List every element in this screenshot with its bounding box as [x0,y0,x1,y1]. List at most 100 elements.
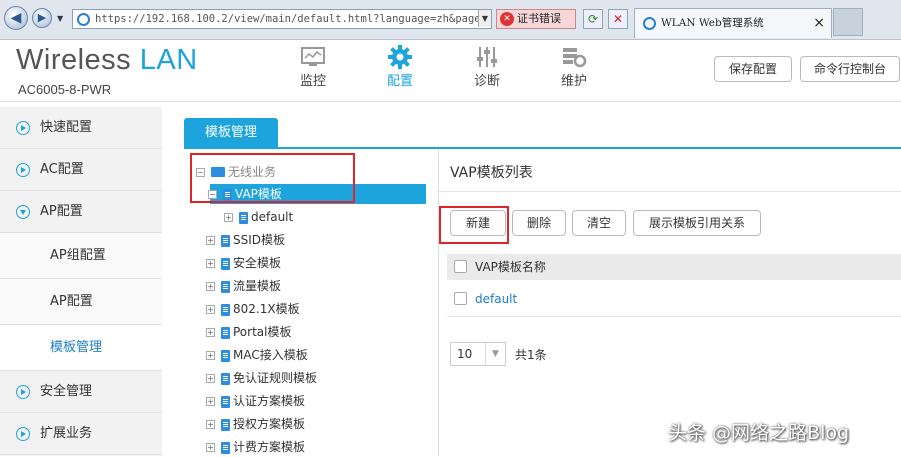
tree-node-label: SSID模板 [233,233,286,247]
column-header-name: VAP模板名称 [475,260,546,274]
sidebar-item-extended[interactable]: 扩展业务 [0,413,162,455]
tab-title: WLAN Web管理系统 [661,17,764,29]
chevron-down-icon: ▼ [485,343,505,365]
nav-diagnose-label: 诊断 [473,74,500,89]
sidebar-item-label: AC配置 [40,162,84,177]
select-all-checkbox[interactable] [454,260,467,273]
expand-icon [16,427,30,441]
tab-ie-icon [643,17,656,30]
tree-node-8021x[interactable]: +802.1X模板 [206,299,300,319]
page-size-select[interactable]: 10 ▼ [450,342,506,366]
collapse-icon [16,205,30,219]
tree-node-security[interactable]: + 安全模板 [206,253,281,273]
row-checkbox[interactable] [454,292,467,305]
expand-icon[interactable]: + [206,420,215,429]
tree-node-label: 安全模板 [233,256,282,270]
expand-icon[interactable]: + [206,259,215,268]
tree-node-authz[interactable]: + 授权方案模板 [206,414,305,434]
ie-icon [77,13,90,26]
save-config-button[interactable]: 保存配置 [714,56,792,82]
tree-node-portal[interactable]: + Portal模板 [206,322,291,342]
sliders-icon [457,44,517,70]
device-model: AC6005-8-PWR [18,82,112,97]
forward-arrow-icon: ▶ [37,11,47,24]
annotation-box-new-button [439,206,509,244]
expand-icon[interactable]: + [206,374,215,383]
forward-button[interactable]: ▶ [32,8,52,28]
sidebar-subitem-ap-group-config[interactable]: AP组配置 [0,233,162,279]
template-icon [221,418,230,431]
panel-title: VAP模板列表 [450,165,533,181]
watermark: 头条 @网络之路Blog [668,422,850,444]
tree-node-free-rule[interactable]: + 免认证规则模板 [206,368,317,388]
row-name-link[interactable]: default [475,292,517,306]
address-dropdown-icon[interactable]: ▼ [478,10,491,27]
tree-node-label: 计费方案模板 [233,440,306,454]
refresh-button[interactable]: ⟳ [583,9,603,29]
template-icon [221,349,230,362]
tree-node-label: 802.1X模板 [233,302,300,316]
expand-icon[interactable]: + [206,328,215,337]
browser-tab[interactable]: WLAN Web管理系统 × [634,8,832,38]
nav-monitor[interactable]: 监控 [283,44,343,89]
total-count: 共1条 [515,348,547,362]
template-icon [221,303,230,316]
new-tab-button[interactable] [833,8,863,36]
expand-icon [16,121,30,135]
sidebar-item-security[interactable]: 安全管理 [0,371,162,413]
tree-node-authn[interactable]: + 认证方案模板 [206,391,305,411]
browser-chrome: ◀ ▶ ▼ https://192.168.100.2/view/main/de… [0,0,901,40]
nav-monitor-label: 监控 [299,74,326,89]
tree-node-default[interactable]: + default [224,207,293,227]
expand-icon[interactable]: + [206,443,215,452]
tree-node-ssid[interactable]: + SSID模板 [206,230,285,250]
nav-maintain-label: 维护 [560,74,587,89]
nav-maintain[interactable]: 维护 [544,44,604,89]
clear-button[interactable]: 清空 [572,210,626,236]
tree-node-label: MAC接入模板 [233,348,308,362]
cli-console-button[interactable]: 命令行控制台 [800,56,900,82]
tree-node-traffic[interactable]: + 流量模板 [206,276,281,296]
tab-close-icon[interactable]: × [813,9,825,37]
back-button[interactable]: ◀ [4,6,28,30]
sidebar-subitem-template-mgmt[interactable]: 模板管理 [0,325,162,371]
history-dropdown-icon[interactable]: ▼ [57,14,63,23]
nav-diagnose[interactable]: 诊断 [457,44,517,89]
tab-template-mgmt[interactable]: 模板管理 [184,118,278,148]
panel-divider [438,149,439,456]
sidebar-item-ap-config[interactable]: AP配置 [0,191,162,233]
stop-button[interactable]: ✕ [608,9,628,29]
show-references-button[interactable]: 展示模板引用关系 [633,210,761,236]
template-icon [221,372,230,385]
table-row: default [447,286,901,312]
tree-node-mac-access[interactable]: + MAC接入模板 [206,345,308,365]
gear-icon [370,44,430,70]
template-icon [239,211,248,224]
address-bar[interactable]: https://192.168.100.2/view/main/default.… [72,9,492,29]
expand-icon[interactable]: + [206,236,215,245]
sidebar-item-label: 安全管理 [40,384,93,399]
expand-icon[interactable]: + [224,213,233,222]
tab-underline [184,147,901,149]
template-icon [221,257,230,270]
expand-icon[interactable]: + [206,397,215,406]
sidebar-subitem-ap-config[interactable]: AP配置 [0,279,162,325]
nav-config[interactable]: 配置 [370,44,430,89]
sidebar-item-quick-config[interactable]: 快速配置 [0,107,162,149]
cert-error-badge[interactable]: ✕ 证书错误 [496,9,576,29]
sidebar-item-ac-config[interactable]: AC配置 [0,149,162,191]
expand-icon [16,163,30,177]
expand-icon[interactable]: + [206,282,215,291]
expand-icon[interactable]: + [206,305,215,314]
tree-node-accounting[interactable]: + 计费方案模板 [206,437,305,457]
template-icon [221,234,230,247]
tree-node-label: 授权方案模板 [233,417,306,431]
maintenance-icon [544,44,604,70]
delete-button[interactable]: 删除 [512,210,566,236]
error-icon: ✕ [500,12,514,26]
tree-node-label: default [251,210,294,224]
url-text: https://192.168.100.2/view/main/default.… [95,13,481,25]
tree-node-label: 免认证规则模板 [233,371,318,385]
monitor-icon [283,44,343,70]
expand-icon[interactable]: + [206,351,215,360]
